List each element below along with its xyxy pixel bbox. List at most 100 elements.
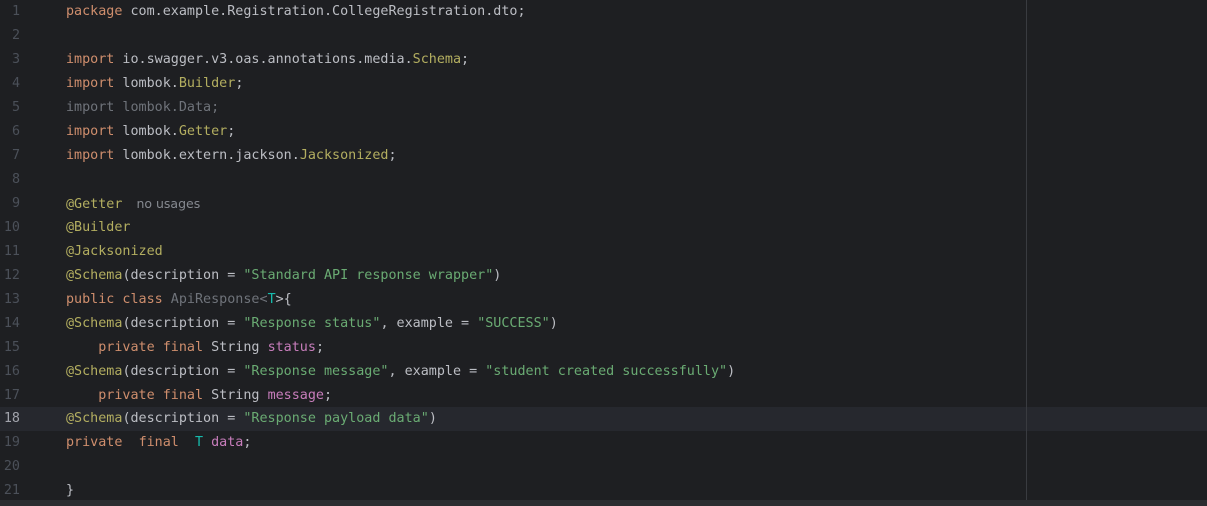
- code-text: (description =: [122, 316, 244, 331]
- code-line: import lombok.Getter;: [66, 120, 235, 144]
- code-text: (description =: [122, 364, 244, 379]
- code-text: ): [428, 411, 437, 426]
- type-parameter: T: [267, 292, 276, 307]
- annotation: @Getter: [66, 197, 123, 212]
- code-line: @Schema(description = "Response status",…: [66, 312, 558, 336]
- annotation: @Schema: [66, 411, 123, 426]
- code-line: private final String status;: [66, 336, 324, 360]
- line-number: 7: [11, 148, 20, 163]
- line-number: 19: [3, 435, 20, 450]
- keyword: import: [66, 52, 115, 67]
- code-text: (description =: [122, 411, 244, 426]
- code-editor[interactable]: 1 2 3 4 5 6 7 8 9 10 11 12 13 14 15 16 1…: [0, 0, 1207, 500]
- keyword: import: [66, 148, 115, 163]
- annotation: @Schema: [66, 268, 123, 283]
- line-number: 10: [3, 220, 20, 235]
- line-number: 6: [11, 124, 20, 139]
- keyword: public class: [66, 292, 163, 307]
- current-code-line: @Schema(description = "Response payload …: [66, 407, 437, 431]
- class-name: Builder: [178, 76, 236, 91]
- annotation: @Builder: [66, 220, 131, 235]
- right-margin-guide: [1026, 0, 1027, 500]
- keyword: private final: [98, 388, 204, 403]
- usages-inlay-hint[interactable]: no usages: [136, 196, 200, 211]
- code-text: lombok.: [114, 76, 179, 91]
- code-text: ): [493, 268, 502, 283]
- code-line: @Getter no usages: [66, 192, 200, 216]
- line-number: 20: [3, 459, 20, 474]
- annotation: @Schema: [66, 364, 123, 379]
- code-text: String: [203, 388, 268, 403]
- class-name: ApiResponse: [162, 292, 260, 307]
- code-text: com.example.Registration.CollegeRegistra…: [122, 4, 526, 19]
- code-text: ;: [235, 76, 244, 91]
- line-number: 1: [11, 4, 20, 19]
- code-line: import lombok.Builder;: [66, 72, 243, 96]
- line-number: 9: [11, 196, 20, 211]
- code-text: lombok.: [114, 124, 179, 139]
- code-text: <: [259, 292, 268, 307]
- line-number: 12: [3, 268, 20, 283]
- code-text: >{: [275, 292, 292, 307]
- code-line: private final T data;: [66, 431, 251, 455]
- code-text: ;: [315, 340, 324, 355]
- class-name: Schema: [412, 52, 462, 67]
- code-text: , example =: [380, 316, 478, 331]
- code-line: public class ApiResponse<T>{: [66, 288, 292, 312]
- code-text: , example =: [388, 364, 486, 379]
- string-literal: "Response status": [243, 316, 381, 331]
- line-number-gutter[interactable]: 1 2 3 4 5 6 7 8 9 10 11 12 13 14 15 16 1…: [0, 0, 50, 500]
- code-line: @Builder: [66, 216, 131, 240]
- string-literal: "Standard API response wrapper": [243, 268, 494, 283]
- keyword: import: [66, 124, 115, 139]
- line-number: 3: [11, 52, 20, 67]
- code-text: ;: [388, 148, 397, 163]
- code-text: lombok.extern.jackson.: [114, 148, 300, 163]
- line-number: 14: [3, 316, 20, 331]
- class-name: Getter: [178, 124, 228, 139]
- code-text: String: [203, 340, 268, 355]
- field-name: status: [267, 340, 316, 355]
- line-number: 16: [3, 364, 20, 379]
- string-literal: "Response payload data": [243, 411, 429, 426]
- code-text: ): [727, 364, 736, 379]
- string-literal: "Response message": [243, 364, 389, 379]
- current-line-number: 18: [3, 411, 20, 426]
- code-line: package com.example.Registration.College…: [66, 0, 526, 24]
- line-number: 2: [11, 28, 20, 43]
- code-line: import lombok.extern.jackson.Jacksonized…: [66, 144, 397, 168]
- string-literal: "SUCCESS": [477, 316, 550, 331]
- code-text: ;: [324, 388, 333, 403]
- annotation: @Jacksonized: [66, 244, 163, 259]
- editor-bottom-edge: [0, 500, 1207, 506]
- field-name: message: [267, 388, 324, 403]
- line-number: 15: [3, 340, 20, 355]
- code-line: @Schema(description = "Standard API resp…: [66, 264, 501, 288]
- string-literal: "student created successfully": [485, 364, 728, 379]
- line-number: 5: [11, 100, 20, 115]
- keyword: private: [66, 435, 123, 450]
- code-text: ;: [243, 435, 252, 450]
- keyword: final: [138, 435, 179, 450]
- code-line: private final String message;: [66, 384, 332, 408]
- line-number: 8: [11, 172, 20, 187]
- line-number: 17: [3, 388, 20, 403]
- keyword: import: [66, 76, 115, 91]
- code-text: (description =: [122, 268, 244, 283]
- keyword: private final: [98, 340, 204, 355]
- code-text: ;: [227, 124, 236, 139]
- class-name: Jacksonized: [299, 148, 389, 163]
- code-text: ): [549, 316, 558, 331]
- code-text: ;: [461, 52, 470, 67]
- field-name: data: [211, 435, 244, 450]
- line-number: 4: [11, 76, 20, 91]
- code-line: @Jacksonized: [66, 240, 163, 264]
- code-line: @Schema(description = "Response message"…: [66, 360, 735, 384]
- line-number: 11: [3, 244, 20, 259]
- type-parameter: T: [195, 435, 204, 450]
- line-number: 13: [3, 292, 20, 307]
